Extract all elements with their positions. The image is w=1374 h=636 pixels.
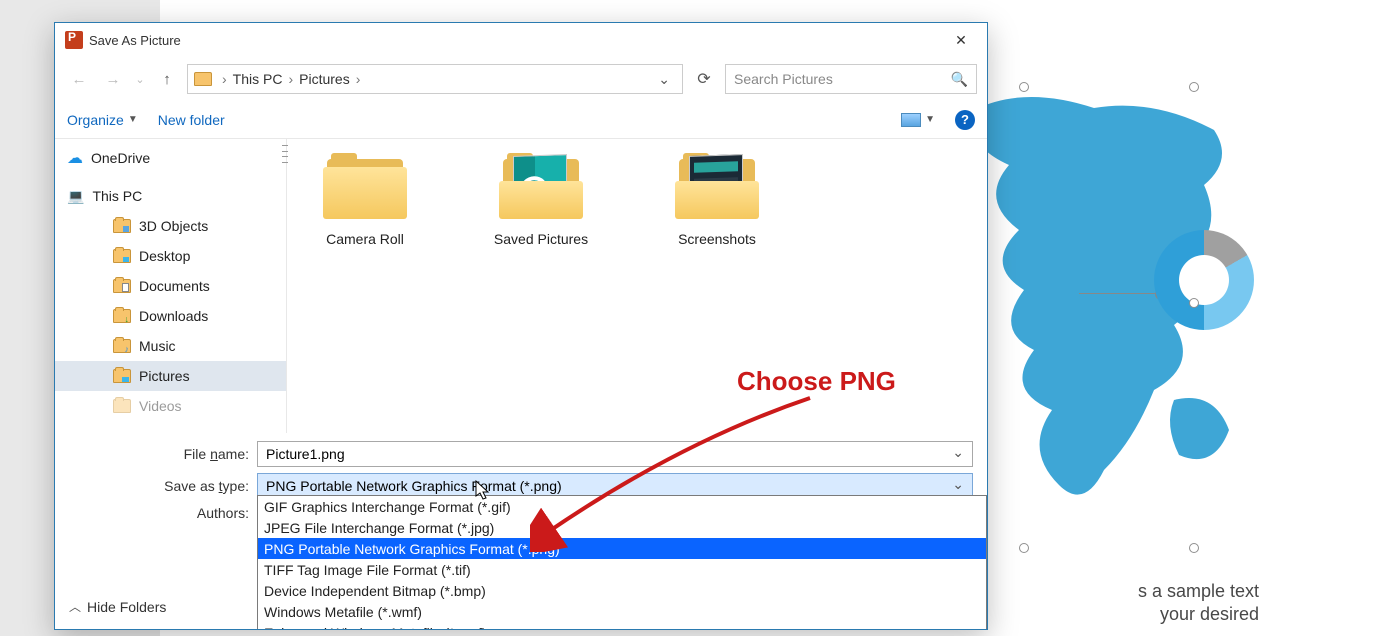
- tree-label: Desktop: [139, 248, 190, 264]
- tree-3d-objects[interactable]: 3D Objects: [55, 211, 286, 241]
- folder-screenshots[interactable]: Screenshots: [657, 153, 777, 247]
- search-icon: 🔍: [951, 71, 968, 88]
- chevron-down-icon: ▼: [128, 114, 138, 125]
- folder-icon: [194, 72, 212, 86]
- address-dropdown-icon[interactable]: ⌄: [658, 71, 670, 88]
- type-option[interactable]: PNG Portable Network Graphics Format (*.…: [258, 538, 986, 559]
- tree-music[interactable]: Music: [55, 331, 286, 361]
- view-mode-button[interactable]: ▼: [901, 113, 935, 127]
- tree-label: 3D Objects: [139, 218, 208, 234]
- save-type-value: PNG Portable Network Graphics Format (*.…: [266, 478, 562, 494]
- breadcrumb-current[interactable]: Pictures: [299, 71, 350, 87]
- toolbar: Organize ▼ New folder ▼ ?: [55, 101, 987, 139]
- tree-label: Videos: [139, 398, 182, 414]
- breadcrumb-separator: ›: [356, 71, 361, 87]
- selection-handle[interactable]: [1189, 298, 1199, 308]
- chevron-down-icon: ▼: [925, 114, 935, 125]
- refresh-button[interactable]: ⟳: [689, 64, 719, 94]
- tree-label: Pictures: [139, 368, 190, 384]
- close-button[interactable]: ✕: [941, 26, 981, 54]
- tree-pictures[interactable]: Pictures: [55, 361, 286, 391]
- new-folder-button[interactable]: New folder: [158, 112, 225, 128]
- titlebar: Save As Picture ✕: [55, 23, 987, 57]
- breadcrumb-separator: ›: [222, 71, 227, 87]
- tree-downloads[interactable]: Downloads: [55, 301, 286, 331]
- search-placeholder: Search Pictures: [734, 71, 833, 87]
- powerpoint-icon: [65, 31, 83, 49]
- authors-label: Authors:: [69, 505, 257, 521]
- forward-button[interactable]: →: [99, 65, 127, 93]
- tree-desktop[interactable]: Desktop: [55, 241, 286, 271]
- chart-connector: [1079, 293, 1159, 294]
- search-input[interactable]: Search Pictures 🔍: [725, 64, 977, 94]
- dialog-title: Save As Picture: [89, 33, 941, 48]
- type-option[interactable]: Device Independent Bitmap (*.bmp): [258, 580, 986, 601]
- chevron-up-icon: ︿: [69, 598, 81, 615]
- tree-label: Downloads: [139, 308, 208, 324]
- type-option[interactable]: GIF Graphics Interchange Format (*.gif): [258, 496, 986, 517]
- file-name-input[interactable]: Picture1.png: [257, 441, 973, 467]
- folder-saved-pictures[interactable]: Saved Pictures: [481, 153, 601, 247]
- pc-icon: 💻: [67, 188, 84, 205]
- navigation-tree: ☁ OneDrive 💻 This PC 3D Objects Desktop …: [55, 139, 287, 433]
- donut-chart[interactable]: [1154, 230, 1254, 330]
- folder-icon: [113, 309, 131, 323]
- tree-label: Documents: [139, 278, 210, 294]
- annotation-text: Choose PNG: [737, 366, 896, 397]
- folder-label: Saved Pictures: [494, 231, 588, 247]
- tree-label: This PC: [92, 188, 142, 204]
- file-name-label: File name:: [69, 446, 257, 462]
- tree-videos[interactable]: Videos: [55, 391, 286, 421]
- breadcrumb-root[interactable]: This PC: [233, 71, 283, 87]
- file-name-value: Picture1.png: [266, 446, 345, 462]
- selection-handle[interactable]: [1189, 82, 1199, 92]
- recent-dropdown[interactable]: ⌄: [133, 65, 147, 93]
- tree-label: OneDrive: [91, 150, 150, 166]
- type-option[interactable]: TIFF Tag Image File Format (*.tif): [258, 559, 986, 580]
- tree-this-pc[interactable]: 💻 This PC: [55, 181, 286, 211]
- folder-icon: [113, 249, 131, 263]
- folder-icon: [113, 369, 131, 383]
- slide-sample-text: s a sample text your desired: [1138, 580, 1259, 627]
- type-option[interactable]: Windows Metafile (*.wmf): [258, 601, 986, 622]
- folder-camera-roll[interactable]: Camera Roll: [305, 153, 425, 247]
- thumbnails-icon: [901, 113, 921, 127]
- organize-button[interactable]: Organize ▼: [67, 112, 138, 128]
- text-line: your desired: [1138, 603, 1259, 626]
- organize-label: Organize: [67, 112, 124, 128]
- type-option[interactable]: Enhanced Windows Metafile (*.emf): [258, 622, 986, 630]
- save-form: File name: Picture1.png Save as type: PN…: [55, 433, 987, 629]
- splitter-grip[interactable]: [282, 145, 288, 163]
- selection-handle[interactable]: [1019, 82, 1029, 92]
- save-type-label: Save as type:: [69, 478, 257, 494]
- folder-icon: [113, 339, 131, 353]
- tree-documents[interactable]: Documents: [55, 271, 286, 301]
- hide-folders-button[interactable]: ︿ Hide Folders: [69, 598, 166, 615]
- breadcrumb-separator: ›: [288, 71, 293, 87]
- tree-onedrive[interactable]: ☁ OneDrive: [55, 143, 286, 173]
- folder-icon: [113, 399, 131, 413]
- up-button[interactable]: ↑: [153, 65, 181, 93]
- folder-label: Screenshots: [678, 231, 756, 247]
- address-bar[interactable]: › This PC › Pictures › ⌄: [187, 64, 683, 94]
- back-button[interactable]: ←: [65, 65, 93, 93]
- hide-folders-label: Hide Folders: [87, 599, 166, 615]
- folder-icon: [113, 219, 131, 233]
- save-as-dialog: Save As Picture ✕ ← → ⌄ ↑ › This PC › Pi…: [54, 22, 988, 630]
- folder-icon: [113, 279, 131, 293]
- help-button[interactable]: ?: [955, 110, 975, 130]
- tree-label: Music: [139, 338, 176, 354]
- onedrive-icon: ☁: [67, 148, 83, 168]
- text-line: s a sample text: [1138, 580, 1259, 603]
- type-option[interactable]: JPEG File Interchange Format (*.jpg): [258, 517, 986, 538]
- save-type-dropdown[interactable]: GIF Graphics Interchange Format (*.gif)J…: [257, 495, 987, 630]
- selection-handle[interactable]: [1019, 543, 1029, 553]
- navigation-bar: ← → ⌄ ↑ › This PC › Pictures › ⌄ ⟳ Searc…: [55, 57, 987, 101]
- selection-handle[interactable]: [1189, 543, 1199, 553]
- folder-label: Camera Roll: [326, 231, 404, 247]
